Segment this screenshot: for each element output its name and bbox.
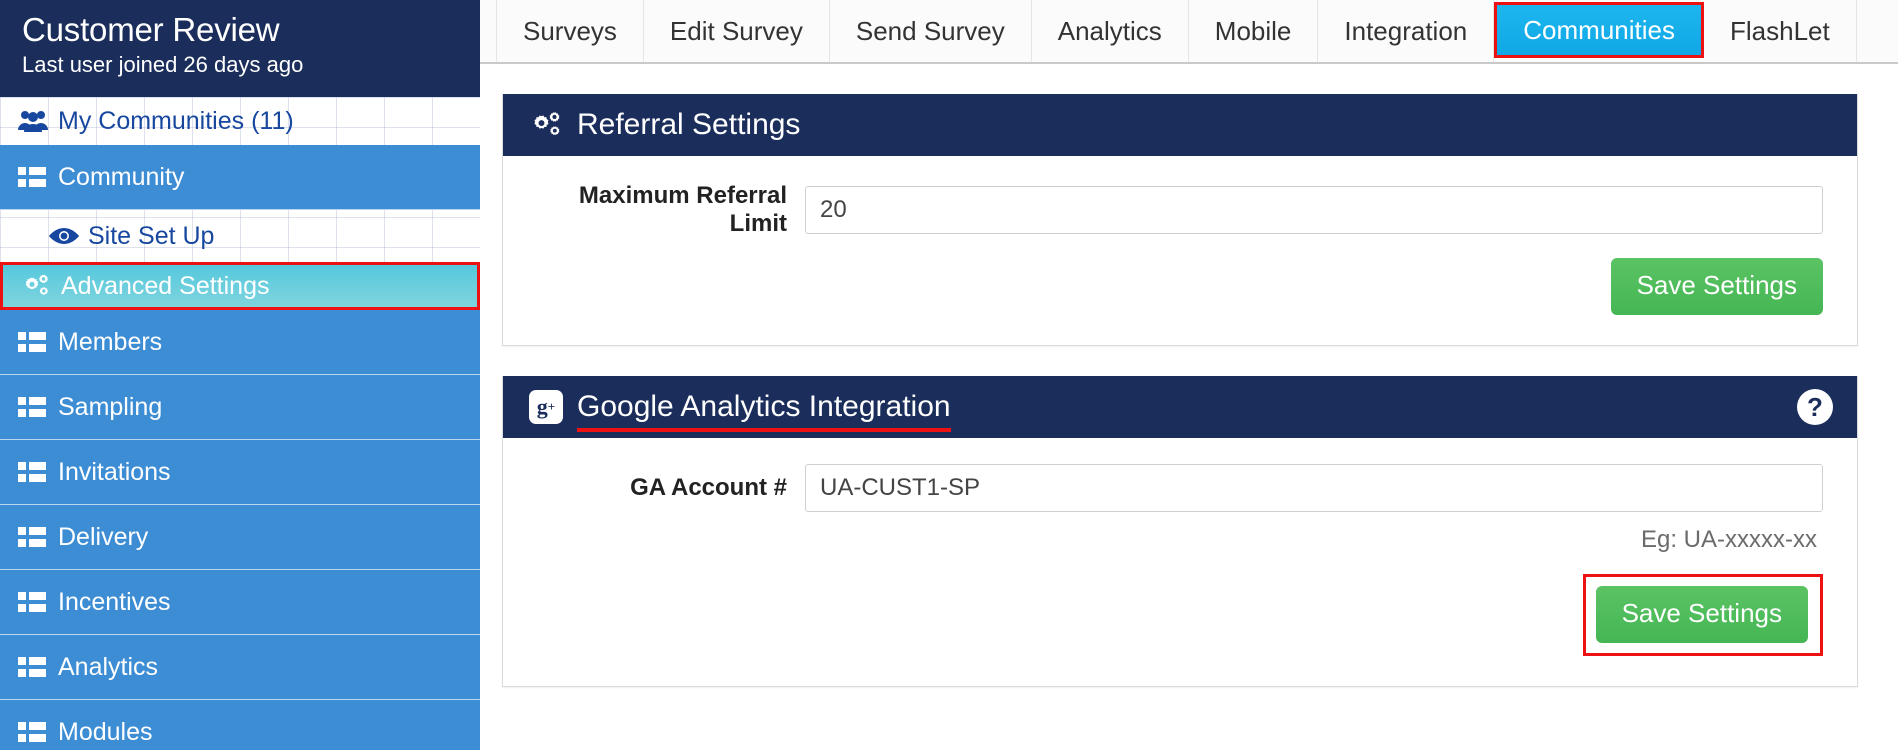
google-plus-icon: g +: [529, 390, 563, 424]
tab-edit-survey[interactable]: Edit Survey: [644, 0, 830, 62]
referral-settings-header: Referral Settings: [503, 94, 1857, 156]
google-analytics-panel: g + Google Analytics Integration ? GA Acc…: [502, 376, 1858, 687]
sidebar-nav: My Communities (11) Community Site Set U…: [0, 97, 480, 750]
eye-icon: [48, 226, 88, 246]
maximum-referral-limit-row: Maximum Referral Limit: [537, 182, 1823, 238]
list-icon: [18, 721, 58, 743]
maximum-referral-limit-label: Maximum Referral Limit: [578, 182, 787, 237]
google-analytics-title: Google Analytics Integration: [577, 390, 951, 432]
list-icon: [18, 591, 58, 613]
sidebar: Customer Review Last user joined 26 days…: [0, 0, 480, 750]
gears-icon: [529, 110, 563, 140]
list-icon: [18, 331, 58, 353]
referral-settings-body: Maximum Referral Limit Save Settings: [503, 156, 1857, 345]
sidebar-item-label: Invitations: [58, 457, 171, 486]
list-icon: [18, 166, 58, 188]
list-icon: [18, 461, 58, 483]
sidebar-item-my-communities[interactable]: My Communities (11): [0, 97, 480, 145]
tab-analytics[interactable]: Analytics: [1032, 0, 1189, 62]
sidebar-item-site-set-up[interactable]: Site Set Up: [0, 210, 480, 262]
tab-send-survey[interactable]: Send Survey: [830, 0, 1032, 62]
sidebar-item-delivery[interactable]: Delivery: [0, 505, 480, 570]
sidebar-item-sampling[interactable]: Sampling: [0, 375, 480, 440]
ga-save-settings-button[interactable]: Save Settings: [1595, 586, 1808, 643]
tab-integration[interactable]: Integration: [1318, 0, 1495, 62]
sidebar-item-incentives[interactable]: Incentives: [0, 570, 480, 635]
sidebar-item-modules[interactable]: Modules: [0, 700, 480, 750]
tab-mobile[interactable]: Mobile: [1189, 0, 1319, 62]
referral-settings-title: Referral Settings: [577, 108, 801, 141]
sidebar-item-label: Site Set Up: [88, 221, 215, 250]
app-root: Customer Review Last user joined 26 days…: [0, 0, 1898, 750]
sidebar-item-label: Members: [58, 327, 163, 356]
sidebar-brand: Customer Review Last user joined 26 days…: [0, 0, 480, 97]
maximum-referral-limit-input[interactable]: [805, 186, 1823, 234]
brand-subtitle: Last user joined 26 days ago: [22, 52, 304, 77]
sidebar-item-label: Incentives: [58, 587, 171, 616]
sidebar-item-advanced-settings[interactable]: Advanced Settings: [0, 262, 480, 310]
sidebar-item-label: My Communities (11): [58, 106, 294, 135]
users-icon: [18, 109, 58, 133]
sidebar-item-invitations[interactable]: Invitations: [0, 440, 480, 505]
referral-save-wrap: Save Settings: [1610, 258, 1823, 315]
list-icon: [18, 396, 58, 418]
ga-account-input[interactable]: [805, 464, 1823, 512]
tab-surveys[interactable]: Surveys: [496, 0, 644, 62]
gears-icon: [21, 273, 61, 299]
sidebar-item-analytics[interactable]: Analytics: [0, 635, 480, 700]
tab-communities[interactable]: Communities: [1494, 2, 1704, 58]
list-icon: [18, 656, 58, 678]
sidebar-item-label: Delivery: [58, 522, 149, 551]
ga-account-row: GA Account #: [537, 464, 1823, 512]
referral-settings-panel: Referral Settings Maximum Referral Limit…: [502, 94, 1858, 346]
referral-save-row: Save Settings: [537, 258, 1823, 315]
panels-container: Referral Settings Maximum Referral Limit…: [480, 64, 1898, 687]
sidebar-item-community[interactable]: Community: [0, 145, 480, 210]
page-title: Customer Review: [22, 11, 280, 48]
main-content: Surveys Edit Survey Send Survey Analytic…: [480, 0, 1898, 750]
sidebar-item-label: Analytics: [58, 652, 159, 681]
sidebar-item-members[interactable]: Members: [0, 310, 480, 375]
referral-save-settings-button[interactable]: Save Settings: [1610, 258, 1823, 315]
tab-flashlet[interactable]: FlashLet: [1704, 0, 1857, 62]
top-tab-bar: Surveys Edit Survey Send Survey Analytic…: [480, 0, 1898, 64]
google-analytics-body: GA Account # Eg: UA-xxxxx-xx Save Settin…: [503, 438, 1857, 686]
google-analytics-header: g + Google Analytics Integration ?: [503, 376, 1857, 438]
list-icon: [18, 526, 58, 548]
sidebar-item-label: Advanced Settings: [61, 271, 270, 300]
ga-save-highlight-box: Save Settings: [1582, 574, 1823, 656]
sidebar-item-label: Modules: [58, 717, 153, 746]
sidebar-item-label: Sampling: [58, 392, 163, 421]
ga-save-row: Save Settings: [537, 574, 1823, 656]
ga-account-label: GA Account #: [630, 474, 787, 501]
question-mark-icon[interactable]: ?: [1797, 389, 1833, 425]
google-plus-glyph: g +: [529, 390, 563, 424]
sidebar-item-label: Community: [58, 162, 185, 191]
ga-account-hint: Eg: UA-xxxxx-xx: [1640, 526, 1817, 553]
